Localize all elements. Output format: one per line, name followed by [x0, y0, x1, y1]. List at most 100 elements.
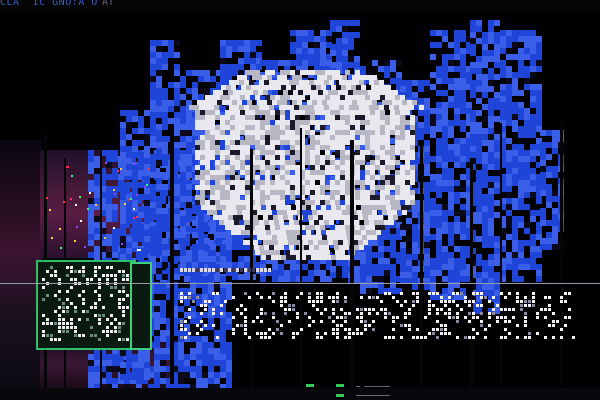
- box-noise-pixel: [90, 306, 93, 309]
- box-noise-pixel: [94, 270, 97, 273]
- box-noise-pixel: [74, 310, 77, 313]
- box-noise-pixel: [122, 314, 125, 317]
- box-noise-pixel: [74, 306, 77, 309]
- box-noise-pixel: [62, 310, 65, 313]
- box-noise-pixel: [110, 294, 113, 297]
- box-noise-pixel: [126, 306, 129, 309]
- glitched-video-frame: CLA IC GNO:A O AT ‒ ‒‒‒‒‒‒ ‒‒‒‒‒‒‒‒: [0, 0, 600, 400]
- box-noise-pixel: [98, 286, 101, 289]
- box-noise-pixel: [94, 314, 97, 317]
- box-noise-pixel: [122, 306, 125, 309]
- box-noise-pixel: [70, 302, 73, 305]
- box-noise-pixel: [54, 274, 57, 277]
- box-noise-pixel: [122, 298, 125, 301]
- box-noise-pixel: [70, 318, 73, 321]
- box-noise-pixel: [94, 274, 97, 277]
- box-noise-pixel: [46, 270, 49, 273]
- box-noise-pixel: [82, 266, 85, 269]
- box-noise-pixel: [50, 274, 53, 277]
- box-noise-pixel: [98, 278, 101, 281]
- box-noise-pixel: [110, 314, 113, 317]
- box-noise-pixel: [58, 306, 61, 309]
- box-noise-pixel: [54, 310, 57, 313]
- box-noise-pixel: [58, 298, 61, 301]
- box-noise-pixel: [94, 290, 97, 293]
- box-noise-pixel: [122, 274, 125, 277]
- box-noise-pixel: [82, 274, 85, 277]
- box-noise-pixel: [78, 270, 81, 273]
- box-noise-pixel: [50, 266, 53, 269]
- box-noise-pixel: [70, 266, 73, 269]
- box-noise-pixel: [66, 306, 69, 309]
- box-noise-pixel: [74, 270, 77, 273]
- box-noise-pixel: [70, 286, 73, 289]
- box-noise-pixel: [70, 270, 73, 273]
- box-noise-pixel: [126, 278, 129, 281]
- box-noise-pixel: [58, 314, 61, 317]
- box-noise-pixel: [122, 278, 125, 281]
- box-noise-pixel: [58, 290, 61, 293]
- box-noise-pixel: [122, 286, 125, 289]
- box-noise-pixel: [118, 306, 121, 309]
- box-noise-pixel: [54, 294, 57, 297]
- box-noise-pixel: [114, 278, 117, 281]
- box-noise-pixel: [102, 314, 105, 317]
- box-noise-pixel: [82, 290, 85, 293]
- box-noise-pixel: [86, 278, 89, 281]
- box-noise-pixel: [58, 278, 61, 281]
- box-noise-pixel: [66, 290, 69, 293]
- box-noise-pixel: [62, 306, 65, 309]
- box-noise-pixel: [62, 302, 65, 305]
- box-noise-pixel: [82, 302, 85, 305]
- box-noise-pixel: [66, 266, 69, 269]
- box-noise-pixel: [98, 314, 101, 317]
- box-noise-pixel: [102, 274, 105, 277]
- box-noise-pixel: [42, 278, 45, 281]
- box-noise-pixel: [58, 318, 61, 321]
- box-noise-pixel: [82, 310, 85, 313]
- box-noise-pixel: [126, 294, 129, 297]
- box-noise-pixel: [122, 310, 125, 313]
- box-noise-pixel: [122, 270, 125, 273]
- box-noise-pixel: [66, 310, 69, 313]
- box-noise-pixel: [98, 266, 101, 269]
- box-noise-pixel: [66, 298, 69, 301]
- box-noise-pixel: [86, 318, 89, 321]
- box-noise-pixel: [78, 318, 81, 321]
- box-noise-pixel: [110, 266, 113, 269]
- box-noise-pixel: [106, 274, 109, 277]
- box-noise-pixel: [126, 274, 129, 277]
- box-noise-pixel: [70, 278, 73, 281]
- box-noise-pixel: [42, 314, 45, 317]
- box-noise-pixel: [94, 266, 97, 269]
- box-noise-pixel: [42, 286, 45, 289]
- box-noise-pixel: [94, 306, 97, 309]
- box-noise-pixel: [114, 286, 117, 289]
- box-noise-pixel: [118, 290, 121, 293]
- box-noise-pixel: [54, 270, 57, 273]
- box-noise-pixel: [42, 298, 45, 301]
- box-noise-pixel: [66, 274, 69, 277]
- box-noise-pixel: [122, 290, 125, 293]
- box-noise-pixel: [86, 310, 89, 313]
- box-noise-pixel: [114, 274, 117, 277]
- box-noise-pixel: [102, 306, 105, 309]
- box-noise-pixel: [118, 298, 121, 301]
- box-noise-pixel: [74, 278, 77, 281]
- box-noise-pixel: [110, 286, 113, 289]
- box-noise-pixel: [106, 266, 109, 269]
- box-noise-overlay: [42, 266, 129, 341]
- box-noise-pixel: [98, 298, 101, 301]
- box-noise-pixel: [106, 278, 109, 281]
- box-noise-pixel: [46, 294, 49, 297]
- box-noise-pixel: [98, 294, 101, 297]
- box-noise-pixel: [94, 302, 97, 305]
- box-noise-pixel: [118, 270, 121, 273]
- box-noise-pixel: [110, 274, 113, 277]
- box-noise-pixel: [46, 318, 49, 321]
- box-noise-pixel: [82, 270, 85, 273]
- box-noise-pixel: [62, 318, 65, 321]
- box-noise-pixel: [82, 298, 85, 301]
- box-noise-pixel: [90, 278, 93, 281]
- box-noise-pixel: [78, 294, 81, 297]
